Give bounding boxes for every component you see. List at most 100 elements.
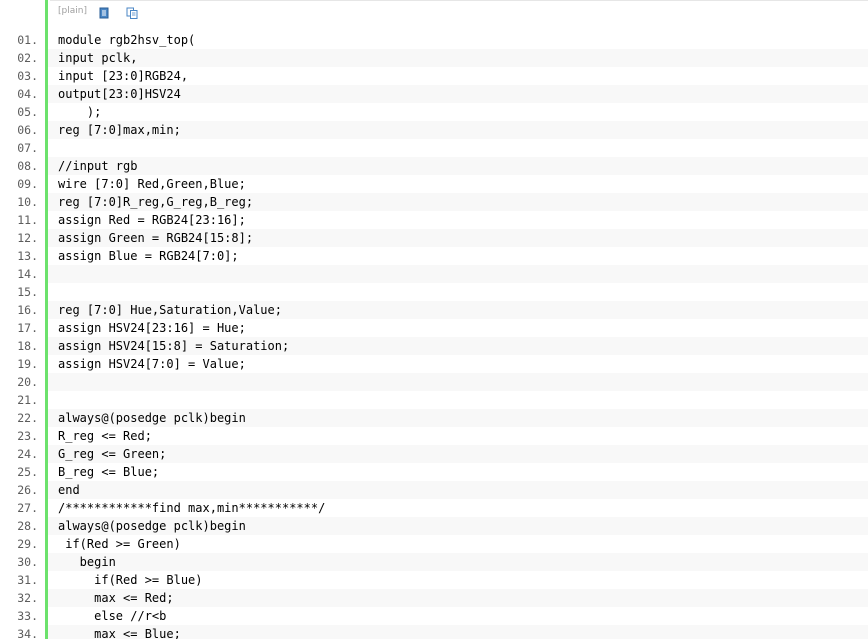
code-line: 03. input [23:0]RGB24, — [0, 67, 868, 85]
code-cell — [48, 391, 868, 409]
line-number: 03. — [17, 69, 38, 83]
line-number: 06. — [17, 123, 38, 137]
code-cell — [48, 373, 868, 391]
code-text[interactable]: assign HSV24[23:16] = Hue; — [58, 319, 246, 337]
line-number: 21. — [17, 393, 38, 407]
code-cell: module rgb2hsv_top( — [48, 31, 868, 49]
code-text[interactable]: end — [58, 481, 80, 499]
copy-icon[interactable] — [126, 7, 138, 19]
code-line: 05. ); — [0, 103, 868, 121]
code-line: 06. reg [7:0]max,min; — [0, 121, 868, 139]
line-number: 34. — [17, 627, 38, 639]
code-cell: max <= Red; — [48, 589, 868, 607]
code-cell — [48, 265, 868, 283]
code-cell: reg [7:0] Hue,Saturation,Value; — [48, 301, 868, 319]
code-text[interactable]: B_reg <= Blue; — [58, 463, 159, 481]
code-text[interactable]: R_reg <= Red; — [58, 427, 152, 445]
code-text[interactable]: assign Green = RGB24[15:8]; — [58, 229, 253, 247]
code-line: 24. G_reg <= Green; — [0, 445, 868, 463]
code-text[interactable]: if(Red >= Blue) — [58, 571, 202, 589]
code-text[interactable]: //input rgb — [58, 157, 137, 175]
line-number: 16. — [17, 303, 38, 317]
code-text[interactable]: max <= Blue; — [58, 625, 181, 639]
code-line: 16. reg [7:0] Hue,Saturation,Value; — [0, 301, 868, 319]
code-cell: assign HSV24[7:0] = Value; — [48, 355, 868, 373]
code-cell — [48, 139, 868, 157]
line-number: 22. — [17, 411, 38, 425]
code-line: 27. /************find max,min***********/ — [0, 499, 868, 517]
code-line: 13. assign Blue = RGB24[7:0]; — [0, 247, 868, 265]
code-text[interactable]: reg [7:0]max,min; — [58, 121, 181, 139]
code-cell: B_reg <= Blue; — [48, 463, 868, 481]
code-text[interactable]: if(Red >= Green) — [58, 535, 181, 553]
code-text[interactable]: reg [7:0] Hue,Saturation,Value; — [58, 301, 282, 319]
code-text[interactable]: always@(posedge pclk)begin — [58, 409, 246, 427]
line-number: 10. — [17, 195, 38, 209]
code-cell: //input rgb — [48, 157, 868, 175]
code-line: 08. //input rgb — [0, 157, 868, 175]
code-cell: output[23:0]HSV24 — [48, 85, 868, 103]
code-text[interactable]: assign HSV24[7:0] = Value; — [58, 355, 246, 373]
code-line: 28. always@(posedge pclk)begin — [0, 517, 868, 535]
code-text[interactable]: always@(posedge pclk)begin — [58, 517, 246, 535]
line-number: 30. — [17, 555, 38, 569]
code-line: 09. wire [7:0] Red,Green,Blue; — [0, 175, 868, 193]
code-cell: always@(posedge pclk)begin — [48, 517, 868, 535]
code-cell: /************find max,min***********/ — [48, 499, 868, 517]
code-text[interactable]: assign Blue = RGB24[7:0]; — [58, 247, 239, 265]
line-number: 32. — [17, 591, 38, 605]
code-text[interactable]: max <= Red; — [58, 589, 173, 607]
code-line: 02. input pclk, — [0, 49, 868, 67]
document-icon[interactable] — [98, 7, 110, 19]
line-number: 31. — [17, 573, 38, 587]
code-text[interactable]: input [23:0]RGB24, — [58, 67, 188, 85]
line-number: 12. — [17, 231, 38, 245]
code-toolbar: [plain] — [0, 0, 868, 30]
code-cell: reg [7:0]max,min; — [48, 121, 868, 139]
code-lines: 01. module rgb2hsv_top(02. input pclk, 03. i… — [0, 31, 868, 639]
code-text[interactable]: ); — [58, 103, 101, 121]
code-line: 31. if(Red >= Blue) — [0, 571, 868, 589]
code-cell: assign Blue = RGB24[7:0]; — [48, 247, 868, 265]
line-number: 25. — [17, 465, 38, 479]
code-text[interactable]: assign Red = RGB24[23:16]; — [58, 211, 246, 229]
code-cell — [48, 283, 868, 301]
plain-link[interactable]: [plain] — [58, 6, 87, 16]
code-text[interactable]: wire [7:0] Red,Green,Blue; — [58, 175, 246, 193]
code-line: 32. max <= Red; — [0, 589, 868, 607]
code-cell: begin — [48, 553, 868, 571]
code-cell: wire [7:0] Red,Green,Blue; — [48, 175, 868, 193]
line-number: 13. — [17, 249, 38, 263]
line-number: 33. — [17, 609, 38, 623]
line-number: 27. — [17, 501, 38, 515]
code-text[interactable]: output[23:0]HSV24 — [58, 85, 181, 103]
line-number: 18. — [17, 339, 38, 353]
code-cell: assign Red = RGB24[23:16]; — [48, 211, 868, 229]
line-number: 17. — [17, 321, 38, 335]
code-text[interactable]: else //r<b — [58, 607, 166, 625]
code-text[interactable]: /************find max,min***********/ — [58, 499, 325, 517]
line-number: 24. — [17, 447, 38, 461]
code-text[interactable]: input pclk, — [58, 49, 137, 67]
line-number: 23. — [17, 429, 38, 443]
code-line: 07. — [0, 139, 868, 157]
code-text[interactable]: G_reg <= Green; — [58, 445, 166, 463]
code-text[interactable]: begin — [58, 553, 116, 571]
code-line: 26. end — [0, 481, 868, 499]
line-number: 20. — [17, 375, 38, 389]
code-cell: if(Red >= Blue) — [48, 571, 868, 589]
code-cell: end — [48, 481, 868, 499]
line-number: 26. — [17, 483, 38, 497]
code-text[interactable]: assign HSV24[15:8] = Saturation; — [58, 337, 289, 355]
code-line: 30. begin — [0, 553, 868, 571]
code-text[interactable]: module rgb2hsv_top( — [58, 31, 195, 49]
line-number: 15. — [17, 285, 38, 299]
toolbar-inner: [plain] — [50, 0, 868, 31]
code-line: 20. — [0, 373, 868, 391]
code-text[interactable]: reg [7:0]R_reg,G_reg,B_reg; — [58, 193, 253, 211]
code-line: 22. always@(posedge pclk)begin — [0, 409, 868, 427]
code-line: 12. assign Green = RGB24[15:8]; — [0, 229, 868, 247]
code-cell: G_reg <= Green; — [48, 445, 868, 463]
code-line: 18. assign HSV24[15:8] = Saturation; — [0, 337, 868, 355]
line-number: 14. — [17, 267, 38, 281]
